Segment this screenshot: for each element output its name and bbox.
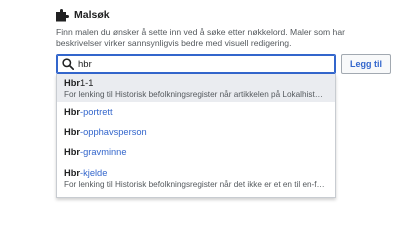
suggestion-title-rest: -gravminne — [80, 147, 127, 157]
suggestion-title: Hbr1-1 — [64, 77, 335, 89]
suggestion-title-match: Hbr — [64, 107, 81, 117]
search-input[interactable] — [78, 58, 318, 70]
puzzle-icon — [56, 8, 69, 21]
suggestion-title: Hbr-portrett — [64, 106, 335, 118]
suggestion-title: Hbr-opphavsperson — [64, 126, 335, 138]
suggestion-title-rest: 1-1 — [80, 78, 94, 88]
suggestion-item[interactable]: Hbr-portrett — [57, 102, 335, 122]
suggestion-title-match: Hbr — [64, 147, 81, 157]
suggestion-description: For lenking til Historisk befolkningsreg… — [64, 180, 325, 189]
suggestion-item[interactable]: Hbr-kjelde For lenking til Historisk bef… — [57, 162, 335, 192]
suggestion-title: Hbr-kjelde — [64, 167, 335, 179]
template-search-box[interactable] — [56, 54, 336, 74]
suggestion-title-match: Hbr — [64, 127, 81, 137]
suggestion-description: For lenking til Historisk befolkningsreg… — [64, 90, 323, 99]
suggestion-title-rest: -opphavsperson — [80, 127, 147, 137]
add-template-button[interactable]: Legg til — [341, 54, 391, 74]
suggestion-item[interactable]: Hbr-opphavsperson — [57, 122, 335, 142]
suggestion-item[interactable]: Hbr1-1 For lenking til Historisk befolkn… — [57, 74, 335, 102]
suggestion-item[interactable]: Hbr-gravminne — [57, 142, 335, 162]
section-description: Finn malen du ønsker å sette inn ved å s… — [56, 27, 345, 48]
section-title: Malsøk — [74, 9, 110, 21]
suggestion-title-rest: -portrett — [80, 107, 113, 117]
suggestion-title-rest: -kjelde — [80, 168, 108, 178]
search-icon — [62, 58, 74, 70]
template-search-dialog: Malsøk Finn malen du ønsker å sette inn … — [0, 0, 400, 244]
suggestion-title-match: Hbr — [64, 78, 81, 88]
suggestion-title: Hbr-gravminne — [64, 146, 335, 158]
section-header: Malsøk — [56, 7, 110, 23]
suggestions-dropdown: Hbr1-1 For lenking til Historisk befolkn… — [56, 74, 336, 198]
suggestion-title-match: Hbr — [64, 168, 81, 178]
